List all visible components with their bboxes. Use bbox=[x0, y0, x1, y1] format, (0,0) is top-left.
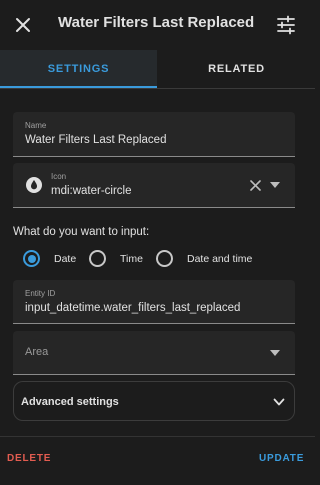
radio-time[interactable] bbox=[89, 250, 106, 267]
name-field-label: Name bbox=[25, 121, 47, 130]
dialog-header: Water Filters Last Replaced bbox=[0, 0, 315, 50]
advanced-settings-expander[interactable]: Advanced settings bbox=[13, 381, 295, 421]
radio-date-label[interactable]: Date bbox=[54, 253, 76, 265]
tab-related-label: RELATED bbox=[208, 63, 265, 75]
name-field-value: Water Filters Last Replaced bbox=[25, 134, 167, 146]
radio-selected-dot bbox=[27, 254, 36, 263]
icon-picker-field[interactable]: Icon mdi:water-circle bbox=[13, 163, 295, 208]
entity-id-value: input_datetime.water_filters_last_replac… bbox=[25, 302, 241, 314]
tab-bar: SETTINGS RELATED bbox=[0, 50, 315, 88]
icon-field-value: mdi:water-circle bbox=[51, 185, 132, 197]
radio-date[interactable] bbox=[23, 250, 40, 267]
area-placeholder: Area bbox=[25, 346, 49, 358]
input-mode-question: What do you want to input: bbox=[13, 226, 150, 238]
clear-icon[interactable] bbox=[249, 179, 262, 192]
dropdown-arrow-icon[interactable] bbox=[270, 350, 280, 357]
chevron-down-icon bbox=[273, 398, 285, 406]
delete-button[interactable]: DELETE bbox=[7, 453, 51, 464]
entity-settings-dialog: Water Filters Last Replaced SETTINGS REL… bbox=[0, 0, 315, 485]
tab-related[interactable]: RELATED bbox=[158, 50, 315, 88]
entity-id-field[interactable]: Entity ID input_datetime.water_filters_l… bbox=[13, 280, 295, 324]
tune-sliders-icon[interactable] bbox=[275, 14, 297, 36]
footer-divider bbox=[0, 436, 315, 437]
close-icon[interactable] bbox=[12, 14, 34, 36]
tab-settings-label: SETTINGS bbox=[47, 63, 110, 75]
water-circle-icon bbox=[26, 177, 42, 193]
radio-date-and-time[interactable] bbox=[156, 250, 173, 267]
radio-date-and-time-label[interactable]: Date and time bbox=[187, 253, 252, 265]
advanced-settings-label: Advanced settings bbox=[21, 396, 119, 408]
dialog-title: Water Filters Last Replaced bbox=[58, 14, 255, 31]
icon-field-label: Icon bbox=[51, 172, 67, 181]
tab-settings[interactable]: SETTINGS bbox=[0, 50, 157, 88]
dropdown-arrow-icon[interactable] bbox=[270, 182, 280, 189]
radio-time-label[interactable]: Time bbox=[120, 253, 143, 265]
area-select[interactable]: Area bbox=[13, 331, 295, 375]
update-button[interactable]: UPDATE bbox=[259, 453, 304, 464]
entity-id-label: Entity ID bbox=[25, 289, 56, 298]
name-field[interactable]: Name Water Filters Last Replaced bbox=[13, 112, 295, 157]
tabs-divider bbox=[0, 88, 315, 89]
